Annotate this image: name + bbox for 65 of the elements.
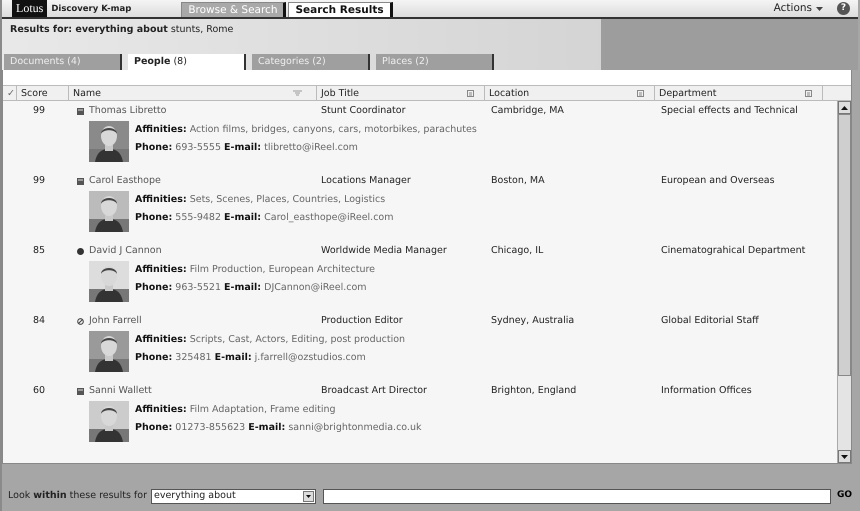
table-cell-text: Global Editorial Staff xyxy=(660,314,760,328)
go-button[interactable]: GO xyxy=(834,489,854,503)
status-icon xyxy=(77,178,84,184)
table-cell-text: Worldwide Media Manager xyxy=(320,244,448,258)
affinities-text: Affinities: Film Production, European Architecture xyxy=(135,263,376,277)
results-summary: Results for: everything about stunts, Rome xyxy=(9,23,234,37)
column-header[interactable]: Location xyxy=(489,86,637,100)
tab[interactable]: Search Results xyxy=(288,2,393,17)
table-cell-text: Sydney, Australia xyxy=(490,314,576,328)
table-cell-text: Production Editor xyxy=(320,314,404,328)
table-cell-text: Stunt Coordinator xyxy=(320,104,406,118)
column-header[interactable]: Job Title xyxy=(321,86,467,100)
table-cell-text: Special effects and Technical xyxy=(660,104,799,118)
table-cell-text: 85 xyxy=(32,244,46,258)
table-cell-text: Cambridge, MA xyxy=(490,104,565,118)
filter-label: Look within these results for xyxy=(8,488,147,503)
person-name[interactable]: David J Cannon xyxy=(89,244,162,258)
affinities-text: Affinities: Sets, Scenes, Places, Countries, Logistics xyxy=(135,193,386,207)
help-button[interactable]: ? xyxy=(837,2,850,15)
table-cell-text: 99 xyxy=(32,104,46,118)
column-menu-icon[interactable] xyxy=(637,90,644,96)
table-cell-text: 99 xyxy=(32,174,46,188)
scroll-up-icon[interactable] xyxy=(841,106,848,110)
table-cell-text: 84 xyxy=(32,314,46,328)
person-name[interactable]: Carol Easthope xyxy=(89,174,161,188)
search-field[interactable] xyxy=(322,488,831,504)
column-header[interactable]: Score xyxy=(21,86,68,100)
product-name: Discovery K-map xyxy=(51,3,132,16)
column-header[interactable]: Name xyxy=(73,86,293,100)
affinities-text: Affinities: Film Adaptation, Frame editing xyxy=(135,403,337,417)
person-name[interactable]: Sanni Wallett xyxy=(89,384,152,398)
status-icon xyxy=(77,248,84,254)
filter-icon[interactable] xyxy=(293,90,302,96)
contact-text: Phone: 963-5521 E-mail: DJCannon@iReel.com xyxy=(135,281,368,295)
contact-text: Phone: 555-9482 E-mail: Carol_easthope@iReel.com xyxy=(135,211,394,225)
table-cell-text: 60 xyxy=(32,384,46,398)
contact-text: Phone: 693-5555 E-mail: tlibretto@iReel.com xyxy=(135,141,359,155)
blocked-icon xyxy=(77,318,84,324)
table-cell-text: Brighton, England xyxy=(490,384,578,398)
person-name[interactable]: John Farrell xyxy=(89,314,142,328)
table-cell-text: Cinematograhical Department xyxy=(660,244,806,258)
table-cell-text: European and Overseas xyxy=(660,174,776,188)
affinities-text: Affinities: Action films, bridges, canyons, cars, motorbikes, parachutes xyxy=(135,123,477,137)
table-cell-text: Boston, MA xyxy=(490,174,546,188)
table-cell-text: Chicago, IL xyxy=(490,244,544,258)
actions-menu[interactable]: Actions xyxy=(774,0,812,16)
caret-icon xyxy=(816,6,823,10)
table-cell-text: Information Offices xyxy=(660,384,753,398)
status-icon xyxy=(77,388,84,394)
scope-dropdown[interactable]: everything about xyxy=(150,488,316,504)
status-icon xyxy=(77,108,84,114)
contact-text: Phone: 325481 E-mail: j.farrell@ozstudios.com xyxy=(135,351,367,365)
person-name[interactable]: Thomas Libretto xyxy=(89,104,166,118)
tab[interactable]: People (8) xyxy=(128,54,246,70)
scroll-down-icon[interactable] xyxy=(841,454,848,458)
column-menu-icon[interactable] xyxy=(805,90,812,96)
table-cell-text: Broadcast Art Director xyxy=(320,384,428,398)
column-header[interactable]: Department xyxy=(659,86,805,100)
contact-text: Phone: 01273-855623 E-mail: sanni@brightonmedia.co.uk xyxy=(135,421,422,435)
table-cell-text: Locations Manager xyxy=(320,174,412,188)
affinities-text: Affinities: Scripts, Cast, Actors, Editing, post production xyxy=(135,333,406,347)
column-header[interactable]: ✓ xyxy=(7,86,16,100)
scrollbar[interactable] xyxy=(837,101,851,463)
column-menu-icon[interactable] xyxy=(467,90,474,96)
logo: Lotus xyxy=(12,0,48,17)
